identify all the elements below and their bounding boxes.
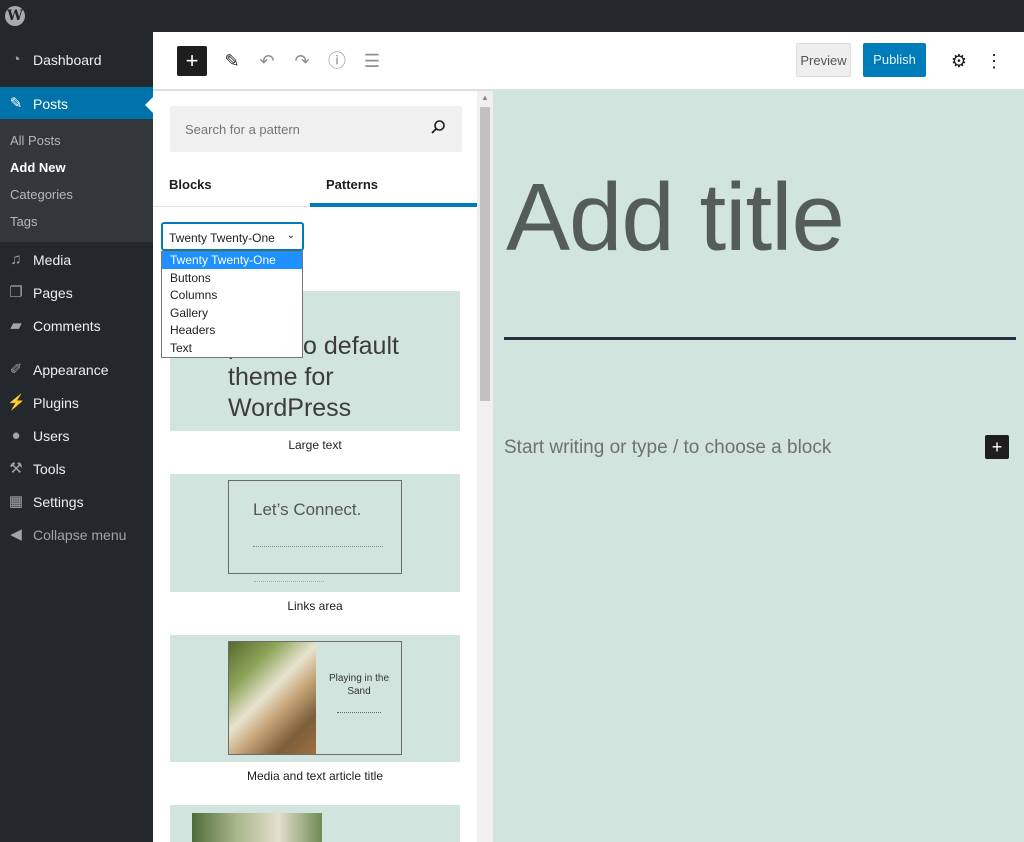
submenu-categories[interactable]: Categories (10, 187, 73, 202)
sidebar-item-pages[interactable]: ❐ Pages (0, 276, 153, 309)
admin-sidebar: ◔ Dashboard ✎ Posts All Posts Add New Ca… (0, 32, 153, 842)
category-dropdown-list: Twenty Twenty-One Buttons Columns Galler… (161, 251, 303, 358)
editor-canvas: Add title Start writing or type / to cho… (493, 91, 1024, 842)
post-title-input[interactable]: Add title (506, 163, 845, 273)
submenu-tags[interactable]: Tags (10, 214, 37, 229)
separator-line (504, 337, 1016, 340)
chevron-down-icon: ⌄ (286, 230, 295, 241)
category-option[interactable]: Twenty Twenty-One (162, 252, 302, 269)
category-option[interactable]: Text (162, 340, 302, 357)
tab-blocks[interactable]: Blocks (169, 177, 212, 192)
placeholder-line (254, 581, 324, 582)
collapse-icon: ◀ (10, 526, 22, 543)
media-icon: ♫ (10, 251, 22, 268)
submenu-add-new[interactable]: Add New (10, 160, 66, 175)
sidebar-item-comments[interactable]: ▰ Comments (0, 309, 153, 342)
sidebar-item-dashboard[interactable]: ◔ Dashboard (0, 43, 153, 76)
category-option[interactable]: Columns (162, 287, 302, 304)
pattern-search-input[interactable]: Search for a pattern (170, 106, 462, 152)
more-options-icon[interactable]: ⋮ (979, 46, 1009, 76)
search-icon (431, 120, 445, 134)
scroll-up-arrow-icon[interactable]: ▲ (481, 93, 489, 102)
scrollbar-thumb[interactable] (480, 107, 490, 401)
links-area-frame: Let’s Connect. (228, 480, 402, 574)
sidebar-item-settings[interactable]: ▦ Settings (0, 485, 153, 518)
pattern-label: Large text (288, 438, 342, 452)
add-block-plus-icon[interactable]: + (985, 435, 1009, 459)
category-option[interactable]: Gallery (162, 305, 302, 322)
sidebar-item-appearance[interactable]: ✐ Appearance (0, 353, 153, 386)
info-icon[interactable]: ⓘ (322, 46, 352, 76)
undo-icon[interactable]: ↶ (252, 46, 282, 76)
redo-icon[interactable]: ↷ (287, 46, 317, 76)
users-icon: ● (11, 427, 21, 444)
pattern-preview-media-text[interactable]: Playing in the Sand (170, 635, 460, 762)
pattern-label: Media and text article title (246, 769, 384, 783)
sidebar-item-media[interactable]: ♫ Media (0, 243, 153, 276)
settings-gear-icon[interactable]: ⚙ (944, 46, 974, 76)
comments-icon: ▰ (10, 317, 22, 334)
painting-image (229, 642, 316, 754)
pages-icon: ❐ (9, 284, 23, 301)
settings-icon: ▦ (8, 493, 24, 510)
plugins-icon: ⚡ (7, 394, 26, 411)
inserter-scrollbar[interactable]: ▲ (477, 91, 493, 842)
editor-toolbar: + ✎ ↶ ↷ ⓘ ☰ Preview Publish ⚙ ⋮ (153, 32, 1024, 90)
pattern-preview-partial[interactable] (170, 805, 460, 842)
tools-pencil-icon[interactable]: ✎ (217, 46, 247, 76)
meta-line (337, 712, 381, 713)
sidebar-item-collapse-menu[interactable]: ◀ Collapse menu (0, 518, 153, 551)
sidebar-item-users[interactable]: ● Users (0, 419, 153, 452)
active-tab-indicator (310, 203, 477, 207)
tab-patterns[interactable]: Patterns (326, 177, 378, 192)
inserter-toggle-plus-icon[interactable]: + (177, 46, 207, 76)
submenu-all-posts[interactable]: All Posts (10, 133, 61, 148)
appearance-icon: ✐ (9, 361, 23, 378)
category-option[interactable]: Headers (162, 322, 302, 339)
pin-icon: ✎ (9, 95, 23, 112)
dashboard-icon: ◔ (11, 51, 21, 68)
publish-button[interactable]: Publish (863, 43, 926, 77)
block-inserter-panel: Search for a pattern Blocks Patterns Twe… (153, 91, 477, 842)
sidebar-item-tools[interactable]: ⚒ Tools (0, 452, 153, 485)
admin-bar: W (0, 0, 1024, 32)
category-option[interactable]: Buttons (162, 270, 302, 287)
tools-icon: ⚒ (9, 460, 23, 477)
painting-image (192, 813, 322, 842)
block-placeholder-input[interactable]: Start writing or type / to choose a bloc… (504, 437, 831, 459)
media-text-frame: Playing in the Sand (228, 641, 402, 755)
pattern-preview-links-area[interactable]: Let’s Connect. (170, 474, 460, 592)
list-view-icon[interactable]: ☰ (357, 46, 387, 76)
preview-button[interactable]: Preview (796, 43, 851, 77)
pattern-label: Links area (287, 599, 343, 613)
pattern-category-select[interactable]: Twenty Twenty-One ⌄ (162, 223, 303, 250)
sidebar-item-plugins[interactable]: ⚡ Plugins (0, 386, 153, 419)
posts-submenu: All Posts Add New Categories Tags (0, 119, 153, 242)
wordpress-logo-icon[interactable]: W (5, 6, 25, 26)
links-row (253, 546, 383, 549)
sidebar-item-posts[interactable]: ✎ Posts (0, 87, 153, 120)
